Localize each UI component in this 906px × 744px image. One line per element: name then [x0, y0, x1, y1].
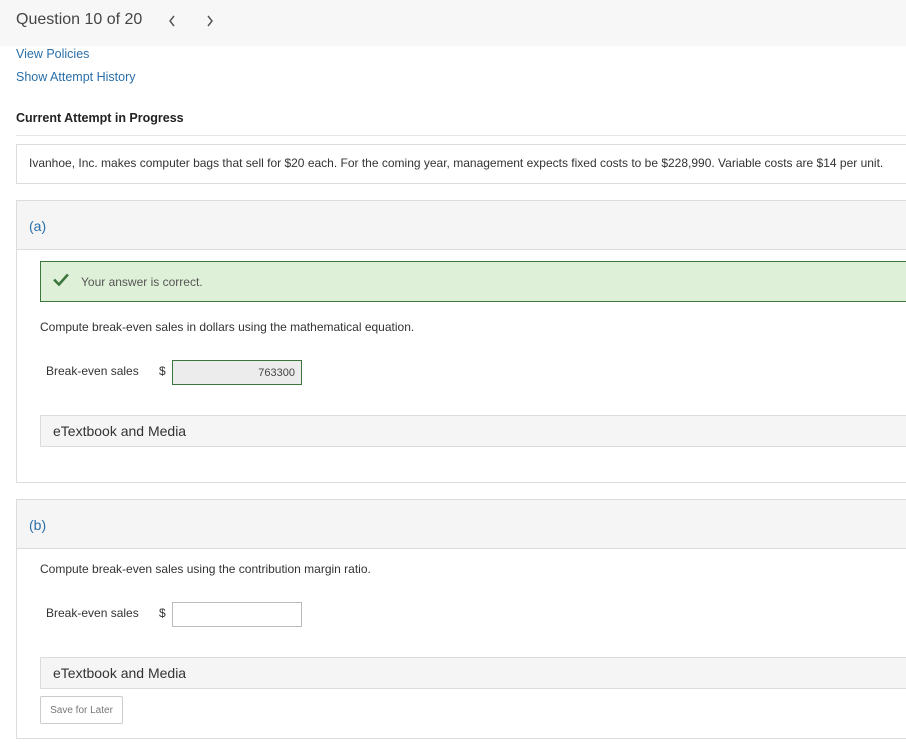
etextbook-media-label: eTextbook and Media — [53, 665, 187, 681]
break-even-sales-input-a[interactable] — [172, 360, 302, 385]
part-a-header: (a) — [17, 201, 906, 250]
break-even-sales-label: Break-even sales — [46, 606, 139, 620]
part-a-label: (a) — [29, 218, 47, 234]
part-b-header: (b) — [17, 500, 906, 549]
correct-answer-banner: Your answer is correct. — [40, 261, 906, 302]
previous-question-button[interactable] — [168, 11, 176, 27]
view-policies-link[interactable]: View Policies — [16, 47, 89, 61]
question-header: Question 10 of 20 — [0, 0, 906, 46]
check-icon — [53, 273, 69, 287]
question-stem: Ivanhoe, Inc. makes computer bags that s… — [16, 144, 906, 184]
currency-symbol: $ — [159, 364, 166, 378]
attempt-status-label: Current Attempt in Progress — [16, 111, 184, 125]
part-b-panel: (b) Compute break-even sales using the c… — [16, 499, 906, 739]
part-b-instruction: Compute break-even sales using the contr… — [40, 562, 371, 576]
correct-feedback-text: Your answer is correct. — [81, 275, 203, 289]
save-for-later-button[interactable]: Save for Later — [40, 696, 123, 724]
currency-symbol: $ — [159, 606, 166, 620]
etextbook-media-label: eTextbook and Media — [53, 423, 187, 439]
question-counter: Question 10 of 20 — [16, 11, 143, 28]
chevron-left-icon — [169, 15, 175, 27]
break-even-sales-label: Break-even sales — [46, 364, 139, 378]
part-a-instruction: Compute break-even sales in dollars usin… — [40, 320, 415, 334]
etextbook-media-toggle-b[interactable]: eTextbook and Media — [40, 657, 906, 689]
break-even-sales-input-b[interactable] — [172, 602, 302, 627]
etextbook-media-toggle-a[interactable]: eTextbook and Media — [40, 415, 906, 447]
next-question-button[interactable] — [206, 11, 214, 27]
part-a-panel: (a) Your answer is correct. Compute brea… — [16, 200, 906, 483]
show-attempt-history-link[interactable]: Show Attempt History — [16, 70, 136, 84]
divider — [16, 135, 906, 136]
question-text: Ivanhoe, Inc. makes computer bags that s… — [29, 156, 884, 170]
chevron-right-icon — [207, 15, 213, 27]
part-b-label: (b) — [29, 517, 47, 533]
